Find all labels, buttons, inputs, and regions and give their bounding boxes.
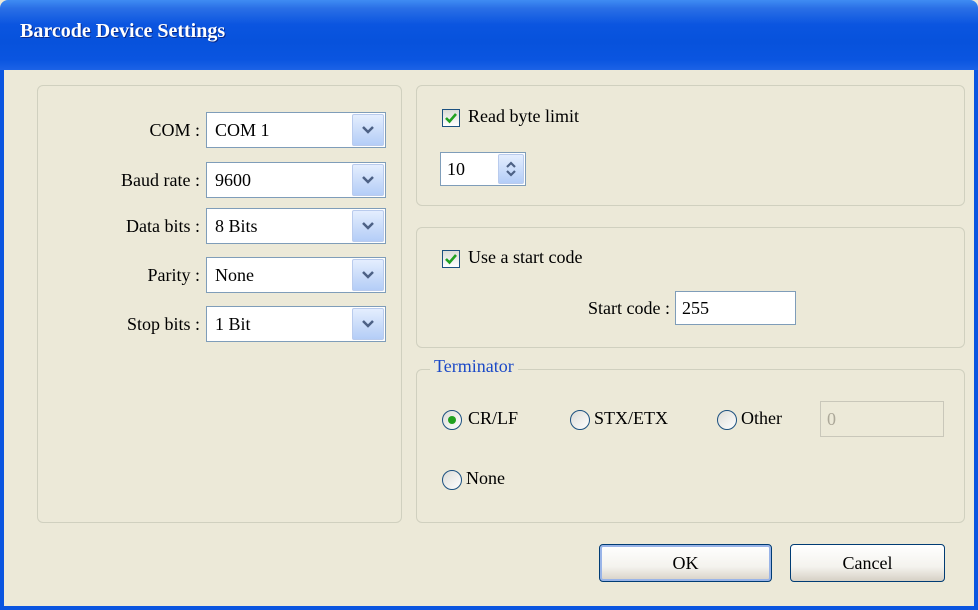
- window-frame-right: [974, 70, 978, 610]
- com-value: COM 1: [215, 120, 270, 140]
- data-bits-value: 8 Bits: [215, 216, 258, 236]
- terminator-legend: Terminator: [430, 356, 518, 377]
- terminator-group: [416, 369, 965, 523]
- dialog-title: Barcode Device Settings: [20, 20, 226, 42]
- parity-label: Parity :: [147, 265, 201, 285]
- stx-etx-label[interactable]: STX/ETX: [594, 408, 668, 429]
- stop-bits-select[interactable]: 1 Bit: [206, 306, 386, 342]
- radio-none[interactable]: [442, 470, 462, 490]
- baud-rate-value: 9600: [215, 170, 251, 190]
- up-down-arrows-icon: [506, 161, 516, 177]
- baud-rate-label: Baud rate :: [121, 170, 200, 190]
- radio-crlf[interactable]: [442, 410, 462, 430]
- start-code-value: 255: [682, 298, 709, 318]
- other-terminator-input: 0: [820, 401, 944, 437]
- chevron-down-icon[interactable]: [352, 210, 384, 242]
- com-label: COM :: [149, 120, 200, 140]
- read-byte-limit-checkbox[interactable]: [442, 109, 460, 127]
- chevron-down-icon[interactable]: [352, 164, 384, 196]
- radio-stx-etx[interactable]: [570, 410, 590, 430]
- baud-rate-select[interactable]: 9600: [206, 162, 386, 198]
- data-bits-select[interactable]: 8 Bits: [206, 208, 386, 244]
- read-byte-limit-label[interactable]: Read byte limit: [468, 106, 579, 127]
- use-start-code-label[interactable]: Use a start code: [468, 247, 582, 268]
- chevron-down-icon[interactable]: [352, 308, 384, 340]
- chevron-down-icon[interactable]: [352, 114, 384, 146]
- parity-value: None: [215, 265, 254, 285]
- chevron-down-icon[interactable]: [352, 259, 384, 291]
- start-code-label: Start code :: [588, 298, 670, 318]
- com-select[interactable]: COM 1: [206, 112, 386, 148]
- crlf-label[interactable]: CR/LF: [468, 408, 518, 429]
- checkmark-icon: [445, 254, 457, 265]
- other-terminator-value: 0: [827, 409, 836, 429]
- spin-buttons[interactable]: [498, 154, 524, 184]
- barcode-settings-dialog: Barcode Device Settings COM : COM 1 Baud…: [0, 0, 978, 610]
- start-code-group: [416, 227, 965, 348]
- stop-bits-value: 1 Bit: [215, 314, 251, 334]
- radio-selected-dot: [448, 416, 456, 424]
- start-code-input[interactable]: 255: [675, 291, 796, 325]
- read-byte-limit-spinner[interactable]: 10: [440, 152, 526, 186]
- window-frame-bottom: [0, 606, 978, 610]
- read-byte-limit-group: [416, 85, 965, 206]
- serial-settings-group: [37, 85, 402, 523]
- stop-bits-label: Stop bits :: [126, 314, 200, 334]
- none-label[interactable]: None: [466, 468, 505, 489]
- read-byte-limit-value: 10: [447, 159, 465, 179]
- use-start-code-checkbox[interactable]: [442, 250, 460, 268]
- parity-select[interactable]: None: [206, 257, 386, 293]
- ok-button[interactable]: OK: [599, 544, 772, 582]
- checkmark-icon: [445, 113, 457, 124]
- other-label[interactable]: Other: [741, 408, 782, 429]
- data-bits-label: Data bits :: [126, 216, 200, 236]
- cancel-button[interactable]: Cancel: [790, 544, 945, 582]
- title-bar[interactable]: Barcode Device Settings: [0, 0, 978, 70]
- radio-other[interactable]: [717, 410, 737, 430]
